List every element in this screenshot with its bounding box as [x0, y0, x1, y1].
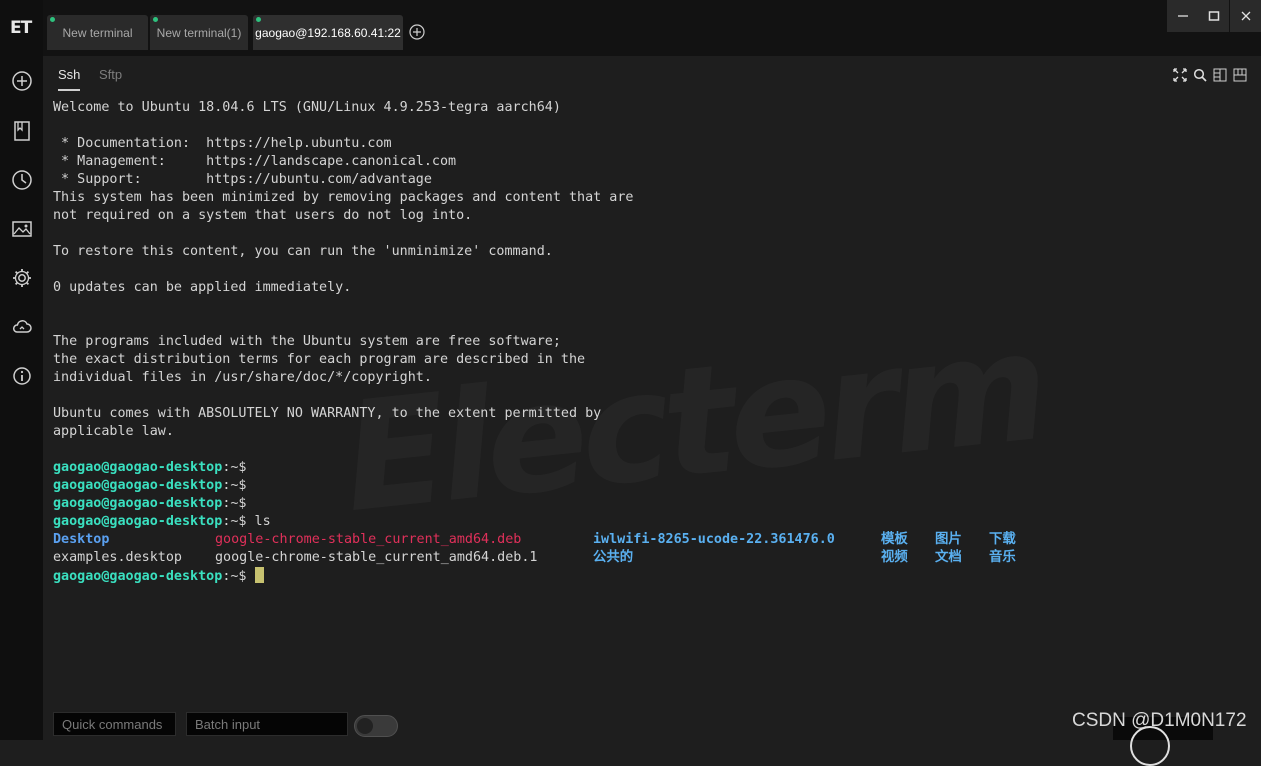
prompt-user: gaogao@gaogao-desktop	[53, 460, 223, 475]
terminal-line: * Support: https://ubuntu.com/advantage	[53, 172, 432, 187]
split-vertical-icon[interactable]	[1213, 67, 1227, 82]
prompt-user: gaogao@gaogao-desktop	[53, 514, 223, 529]
ls-output-row: examples.desktop google-chrome-stable_cur…	[53, 549, 1243, 567]
prompt-line: gaogao@gaogao-desktop:~$ ls	[53, 513, 1243, 531]
command-text: ls	[246, 514, 271, 529]
ls-entry: 图片	[935, 532, 962, 547]
prompt-line: gaogao@gaogao-desktop:~$	[53, 495, 1243, 513]
prompt-path: :~$	[222, 496, 247, 511]
tab-new-terminal-1[interactable]: New terminal(1)	[150, 15, 248, 50]
ls-entry: iwlwifi-8265-ucode-22.361476.0	[593, 532, 835, 547]
batch-input-field[interactable]: Batch input	[186, 712, 348, 736]
status-dot	[153, 17, 158, 22]
prompt-path: :~$	[222, 460, 247, 475]
terminal-line: applicable law.	[53, 424, 174, 439]
tab-ssh-session[interactable]: gaogao@192.168.60.41:22	[253, 15, 403, 50]
quick-commands-input[interactable]: Quick commands	[53, 712, 176, 736]
history-icon[interactable]	[11, 169, 33, 191]
ls-entry: 模板	[881, 532, 908, 547]
status-dot	[256, 17, 261, 22]
close-button[interactable]	[1230, 0, 1261, 32]
terminal-line: individual files in /usr/share/doc/*/cop…	[53, 370, 432, 385]
minimize-icon	[1177, 15, 1188, 17]
ls-entry: 音乐	[989, 550, 1016, 565]
prompt-path: :~$	[222, 514, 247, 529]
terminal-line: This system has been minimized by removi…	[53, 190, 634, 205]
cloud-sync-icon[interactable]	[11, 316, 33, 338]
ls-entry: 公共的	[593, 550, 634, 565]
ls-output-row: Desktop google-chrome-stable_current_amd6…	[53, 531, 1243, 549]
batch-toggle[interactable]	[354, 715, 398, 737]
session-panel: Ssh Sftp Electerm Welcome to Ubuntu 18.0…	[43, 56, 1261, 740]
close-icon	[1241, 11, 1250, 21]
split-horizontal-icon[interactable]	[1233, 67, 1247, 82]
ls-entry: 下载	[989, 532, 1016, 547]
terminal-line: To restore this content, you can run the…	[53, 244, 553, 259]
terminal-line: not required on a system that users do n…	[53, 208, 473, 223]
prompt-line: gaogao@gaogao-desktop:~$	[53, 567, 1243, 585]
prompt-line: gaogao@gaogao-desktop:~$	[53, 459, 1243, 477]
info-icon[interactable]	[11, 365, 33, 387]
toggle-knob	[357, 718, 373, 734]
terminal-line: Welcome to Ubuntu 18.04.6 LTS (GNU/Linux…	[53, 100, 561, 115]
bookmark-icon[interactable]	[11, 120, 33, 142]
prompt-path: :~$	[222, 569, 247, 584]
subtab-sftp[interactable]: Sftp	[99, 67, 122, 82]
terminal-output[interactable]: Welcome to Ubuntu 18.04.6 LTS (GNU/Linux…	[53, 99, 1243, 699]
csdn-watermark: CSDN @D1M0N172	[1072, 710, 1247, 731]
ls-entry: Desktop	[53, 532, 110, 547]
status-dot	[50, 17, 55, 22]
prompt-user: gaogao@gaogao-desktop	[53, 569, 223, 584]
help-circle-icon[interactable]	[1130, 726, 1170, 766]
tab-label: New terminal(1)	[156, 25, 242, 40]
ls-entry: 文档	[935, 550, 962, 565]
add-bookmark-icon[interactable]	[11, 70, 33, 92]
fullscreen-icon[interactable]	[1173, 67, 1187, 82]
ls-entry: google-chrome-stable_current_amd64.deb.1	[215, 550, 538, 565]
subtab-ssh[interactable]: Ssh	[58, 67, 80, 82]
ls-entry: 视频	[881, 550, 908, 565]
add-tab-icon[interactable]	[409, 24, 425, 40]
terminal-line: * Documentation: https://help.ubuntu.com	[53, 136, 392, 151]
terminal-line: The programs included with the Ubuntu sy…	[53, 334, 561, 349]
terminal-line: 0 updates can be applied immediately.	[53, 280, 352, 295]
tab-bar: New terminal New terminal(1) gaogao@192.…	[43, 0, 1261, 56]
tab-label: gaogao@192.168.60.41:22	[255, 25, 401, 40]
app-logo: ET	[10, 18, 32, 38]
search-icon[interactable]	[1193, 67, 1207, 82]
prompt-path: :~$	[222, 478, 247, 493]
tab-label: New terminal	[62, 25, 133, 40]
terminal-line: the exact distribution terms for each pr…	[53, 352, 586, 367]
terminal-line: * Management: https://landscape.canonica…	[53, 154, 457, 169]
settings-icon[interactable]	[11, 267, 33, 289]
prompt-user: gaogao@gaogao-desktop	[53, 478, 223, 493]
ls-entry: google-chrome-stable_current_amd64.deb	[215, 532, 522, 547]
active-tab-indicator	[58, 89, 80, 91]
image-icon[interactable]	[11, 218, 33, 240]
terminal-line: Ubuntu comes with ABSOLUTELY NO WARRANTY…	[53, 406, 602, 421]
prompt-line: gaogao@gaogao-desktop:~$	[53, 477, 1243, 495]
maximize-button[interactable]	[1198, 0, 1229, 32]
prompt-user: gaogao@gaogao-desktop	[53, 496, 223, 511]
ls-entry: examples.desktop	[53, 550, 182, 565]
maximize-icon	[1208, 11, 1219, 21]
sidebar: ET	[0, 0, 43, 740]
terminal-cursor	[254, 567, 264, 583]
tab-new-terminal[interactable]: New terminal	[47, 15, 148, 50]
minimize-button[interactable]	[1167, 0, 1198, 32]
app-window: ET New terminal New terminal(1) gaogao@1…	[0, 0, 1261, 766]
